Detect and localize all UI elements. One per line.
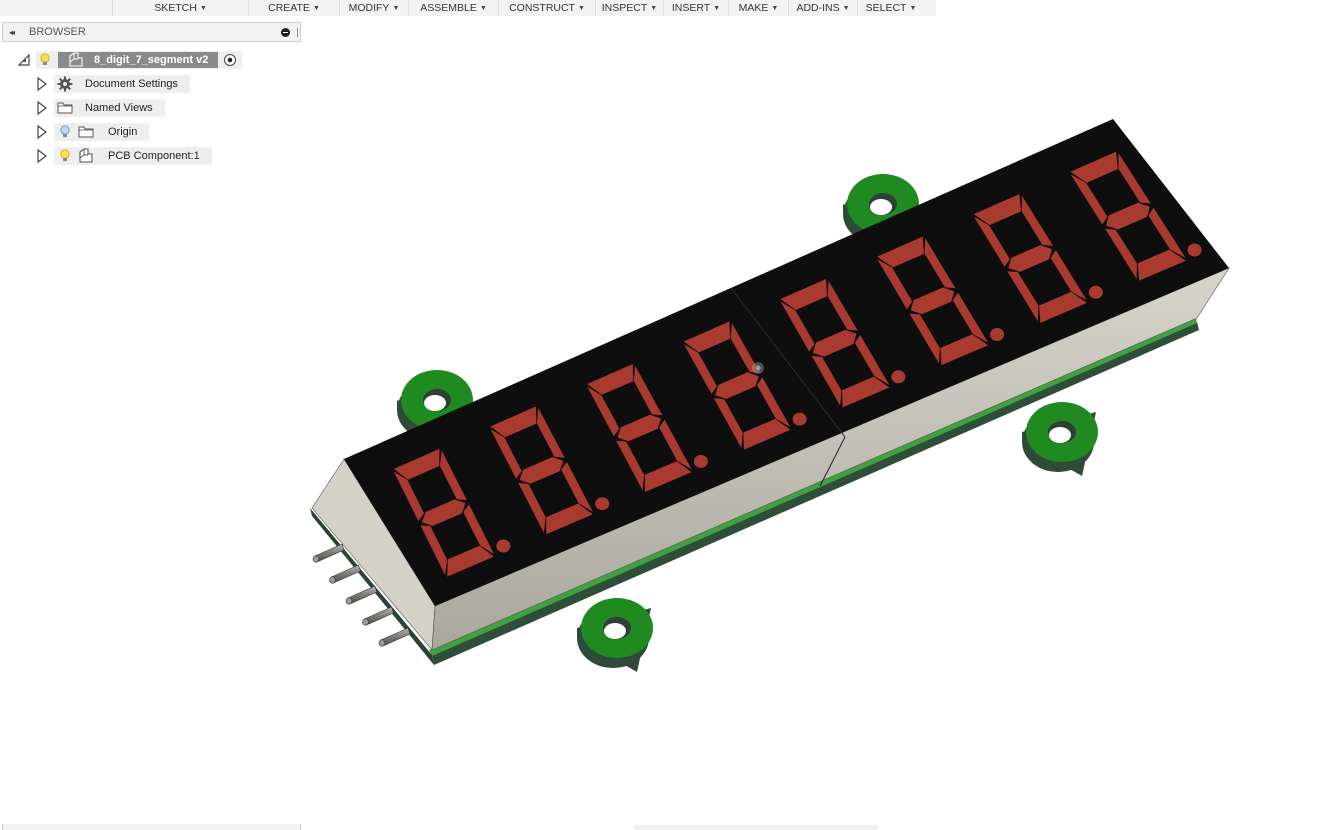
gear-icon <box>54 75 76 93</box>
decimal-point <box>1088 285 1103 299</box>
tree-item-label: Named Views <box>85 102 153 114</box>
decimal-point <box>891 370 906 384</box>
caret-down-icon: ▼ <box>577 4 585 12</box>
mounting-lug-3 <box>577 598 653 672</box>
decimal-point <box>990 328 1005 341</box>
tree-item-pcb-component[interactable]: PCB Component:1 <box>36 147 212 165</box>
menu-label: ADD-INS <box>796 2 840 14</box>
toolbar-insert-menu[interactable]: INSERT ▼ <box>664 0 729 16</box>
menu-label: INSPECT <box>601 2 648 14</box>
menu-label: CONSTRUCT <box>509 2 575 14</box>
toolbar-inspect-menu[interactable]: INSPECT ▼ <box>596 0 664 16</box>
toolbar-addins-menu[interactable]: ADD-INS ▼ <box>789 0 858 16</box>
header-pin-5 <box>378 627 411 647</box>
tree-item-document-settings[interactable]: Document Settings <box>36 75 190 93</box>
browser-title: BROWSER <box>29 26 86 38</box>
tree-item-label: Document Settings <box>85 78 178 90</box>
collapsed-triangle-icon[interactable] <box>36 149 48 163</box>
tree-item-label: PCB Component:1 <box>108 150 200 162</box>
caret-down-icon: ▼ <box>842 4 850 12</box>
radio-active-icon[interactable] <box>218 51 242 69</box>
header-pin-3 <box>345 585 378 605</box>
component-icon <box>76 147 96 165</box>
toolbar-construct-menu[interactable]: CONSTRUCT ▼ <box>499 0 596 16</box>
mounting-hole-through <box>1049 427 1071 443</box>
header-pin-1 <box>312 543 345 563</box>
menu-label: CREATE <box>268 2 310 14</box>
folder-icon <box>54 99 76 117</box>
navigation-bar[interactable] <box>634 825 878 830</box>
decimal-point <box>496 539 511 553</box>
header-pin-2 <box>329 564 361 584</box>
tree-item-named-views[interactable]: Named Views <box>36 99 165 117</box>
decimal-point <box>595 497 610 511</box>
toolbar-spacer <box>0 0 113 16</box>
menu-label: MAKE <box>738 2 769 14</box>
toolbar-make-menu[interactable]: MAKE ▼ <box>729 0 789 16</box>
caret-down-icon: ▼ <box>650 4 658 12</box>
component-icon <box>68 52 84 68</box>
menu-label: SKETCH <box>154 2 197 14</box>
orbit-pivot-icon <box>752 362 764 374</box>
menu-label: MODIFY <box>348 2 390 14</box>
lightbulb-on-icon[interactable] <box>54 147 76 165</box>
3d-viewport[interactable] <box>0 0 1334 830</box>
caret-down-icon: ▼ <box>909 4 917 12</box>
collapsed-triangle-icon[interactable] <box>36 77 48 91</box>
lightbulb-on-icon[interactable] <box>36 51 54 69</box>
panel-resize-handle[interactable] <box>297 28 298 37</box>
caret-down-icon: ▼ <box>392 4 400 12</box>
bottom-panel-edge <box>2 824 301 830</box>
header-pin-4 <box>362 606 394 626</box>
tree-item-label: Origin <box>108 126 138 138</box>
caret-down-icon: ▼ <box>713 4 721 12</box>
minimize-panel-icon[interactable] <box>281 28 290 37</box>
collapsed-triangle-icon[interactable] <box>36 125 48 139</box>
toolbar-select-menu[interactable]: SELECT ▼ <box>858 0 924 16</box>
decimal-point <box>792 412 807 426</box>
tree-item-origin[interactable]: Origin <box>36 123 150 141</box>
menu-label: INSERT <box>671 2 711 14</box>
root-name: 8_digit_7_segment v2 <box>94 54 209 66</box>
expanded-triangle-icon[interactable] <box>18 53 30 67</box>
caret-down-icon: ▼ <box>199 4 207 12</box>
root-component-label[interactable]: 8_digit_7_segment v2 <box>58 52 219 68</box>
mounting-hole-through <box>604 623 626 639</box>
decimal-point <box>693 454 708 468</box>
caret-down-icon: ▼ <box>479 4 487 12</box>
browser-panel-header: ◂◂ BROWSER <box>2 22 301 42</box>
toolbar-create-menu[interactable]: CREATE ▼ <box>249 0 340 16</box>
mounting-hole-through <box>870 199 892 215</box>
toolbar-sketch-menu[interactable]: SKETCH ▼ <box>113 0 249 16</box>
collapsed-triangle-icon[interactable] <box>36 101 48 115</box>
toolbar-modify-menu[interactable]: MODIFY ▼ <box>340 0 409 16</box>
menu-label: ASSEMBLE <box>420 2 477 14</box>
main-toolbar: SKETCH ▼ CREATE ▼ MODIFY ▼ ASSEMBLE ▼ CO… <box>0 0 936 16</box>
lightbulb-off-icon[interactable] <box>54 123 76 141</box>
caret-down-icon: ▼ <box>312 4 320 12</box>
tree-root-row[interactable]: 8_digit_7_segment v2 <box>18 51 243 69</box>
toolbar-assemble-menu[interactable]: ASSEMBLE ▼ <box>409 0 499 16</box>
folder-icon <box>76 123 96 141</box>
caret-down-icon: ▼ <box>771 4 779 12</box>
decimal-point <box>1187 243 1202 257</box>
mounting-hole-through <box>424 395 446 411</box>
menu-label: SELECT <box>865 2 907 14</box>
collapse-panel-icon[interactable]: ◂◂ <box>9 28 23 37</box>
mounting-lug-4 <box>1022 402 1098 476</box>
